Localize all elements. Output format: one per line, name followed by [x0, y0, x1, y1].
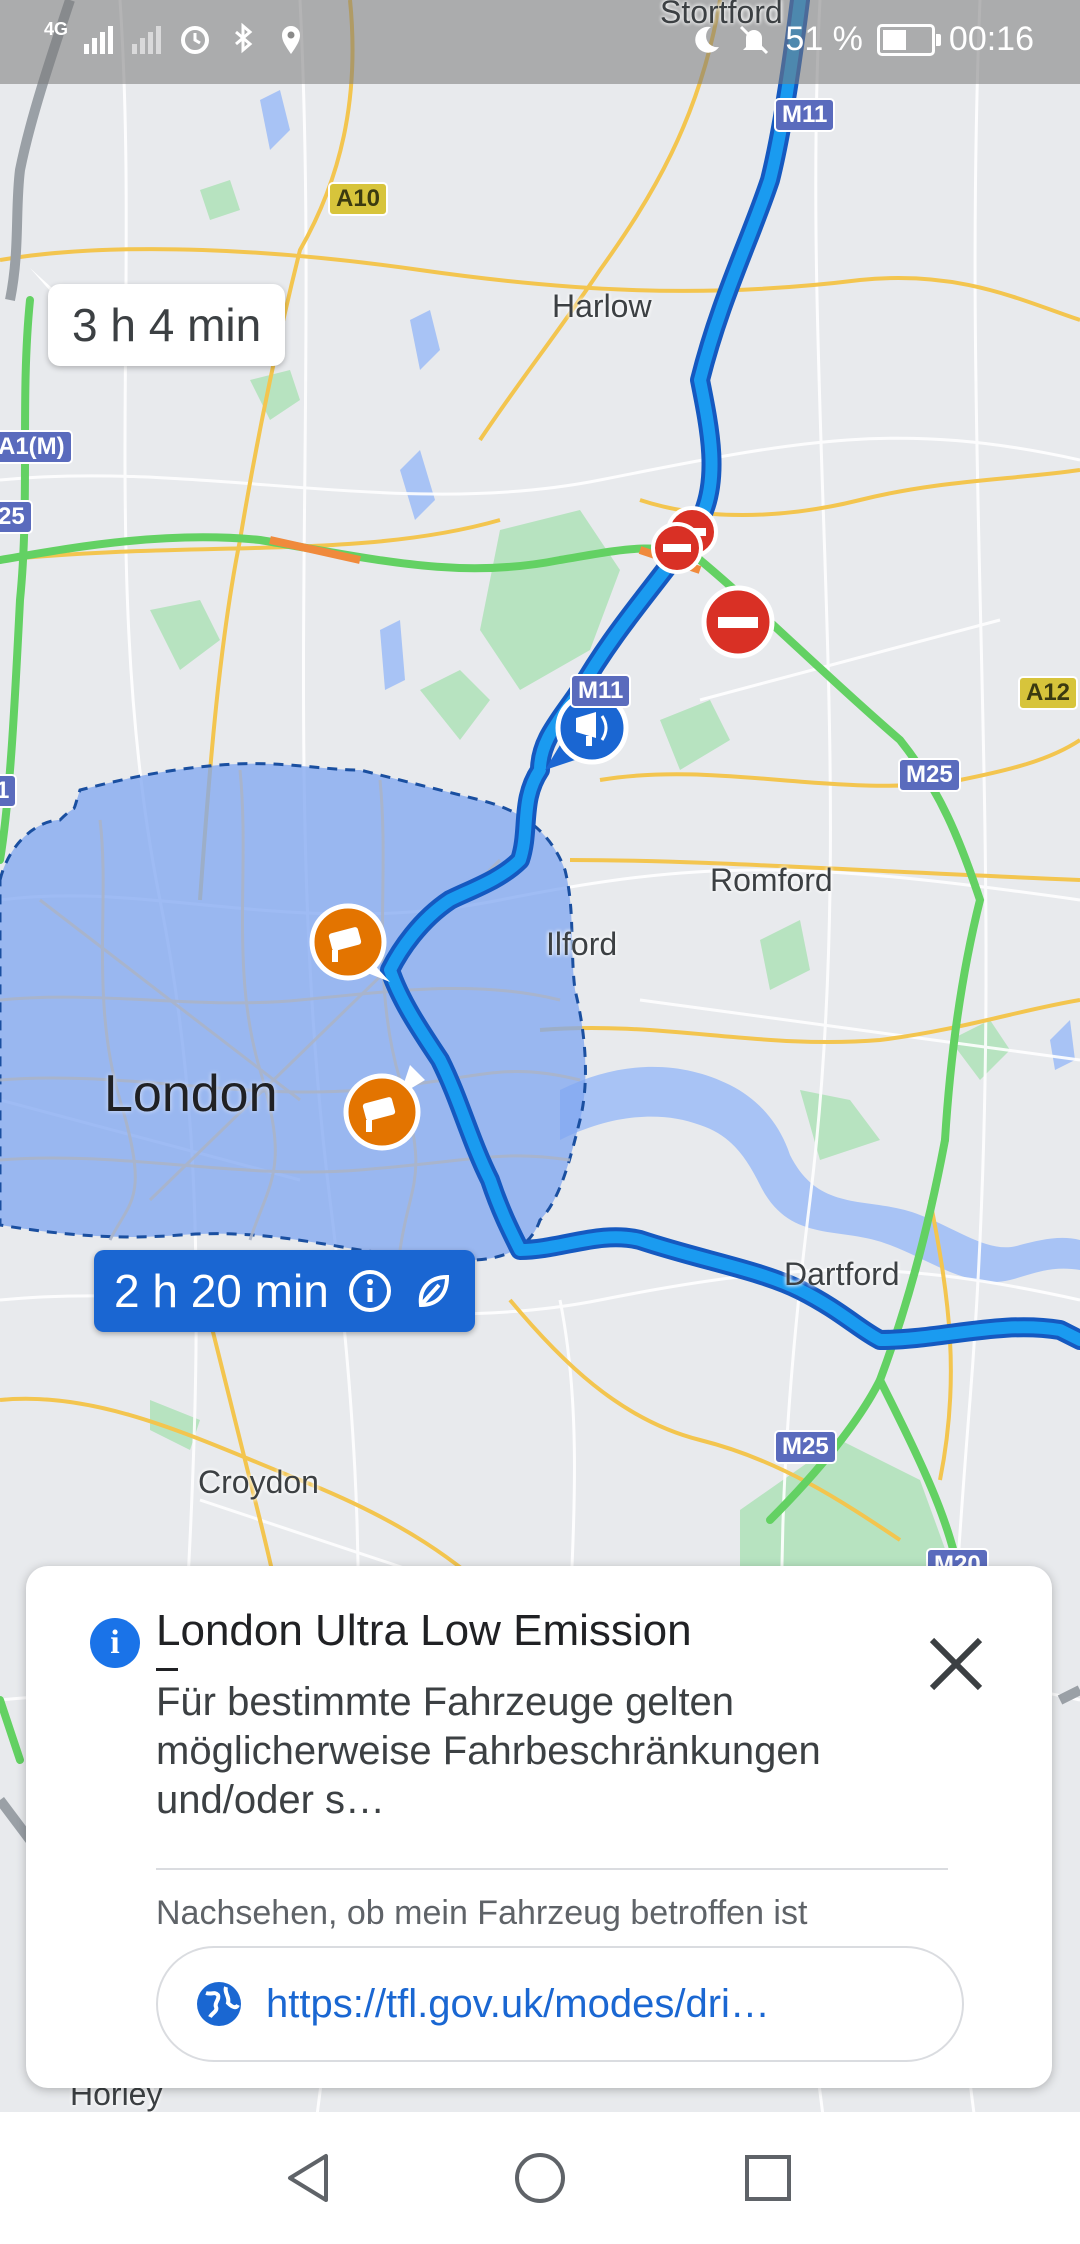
place-label-ilford: Ilford	[546, 926, 618, 962]
back-icon	[288, 2154, 328, 2202]
road-shield-m25: M25	[898, 758, 961, 792]
tfl-link-button[interactable]: https://tfl.gov.uk/modes/dri…	[156, 1946, 964, 2062]
vehicle-check-hint: Nachsehen, ob mein Fahrzeug betroffen is…	[156, 1894, 808, 1932]
status-left: 4G	[44, 18, 308, 56]
battery-percent: 51 %	[785, 20, 863, 58]
tfl-link-text: https://tfl.gov.uk/modes/dri…	[266, 1981, 770, 2026]
battery-level	[882, 29, 906, 50]
nav-back-button[interactable]	[250, 2112, 370, 2244]
place-label-dartford: Dartford	[784, 1256, 900, 1292]
ulez-info-card[interactable]: i London Ultra Low Emission Für bestimmt…	[26, 1566, 1052, 2088]
globe-icon	[197, 1982, 241, 2026]
road-shield-edge: 1	[0, 774, 18, 808]
card-description: Für bestimmte Fahrzeuge gelten möglicher…	[156, 1680, 821, 1822]
bluetooth-icon	[235, 22, 253, 54]
clock: 00:16	[948, 20, 1034, 58]
alt-route-time-label: 3 h 4 min	[72, 299, 262, 351]
road-closure-icon	[701, 585, 775, 659]
status-bar: 4G 51 % 00:16	[0, 0, 1080, 84]
location-icon	[282, 26, 301, 54]
place-label-harlow: Harlow	[552, 288, 652, 324]
recents-icon	[745, 2155, 791, 2201]
nav-recents-button[interactable]	[708, 2112, 828, 2244]
place-label-croydon: Croydon	[198, 1464, 319, 1500]
home-icon	[515, 2153, 565, 2203]
road-shield-m25: M25	[774, 1430, 837, 1464]
system-nav-bar	[0, 2112, 1080, 2244]
road-shield-m11: M11	[570, 674, 632, 708]
eco-leaf-icon	[418, 1274, 449, 1308]
road-shield-m11: M11	[774, 98, 836, 132]
info-icon: i	[90, 1618, 140, 1668]
road-shield-a1m: A1(M)	[0, 430, 73, 464]
road-shield-a12: A12	[1018, 676, 1079, 710]
card-title: London Ultra Low Emission	[156, 1606, 692, 1655]
place-label-london: London	[104, 1065, 278, 1123]
signal-icon	[132, 26, 162, 54]
signal-icon	[84, 26, 114, 54]
main-route-time-label: 2 h 20 min	[114, 1265, 329, 1317]
place-label-stortford: Stortford	[660, 0, 783, 30]
close-icon[interactable]	[918, 1626, 994, 1702]
road-shield-a10: A10	[328, 182, 389, 216]
card-divider	[156, 1868, 948, 1870]
network-label: 4G	[44, 18, 69, 39]
battery-icon	[876, 23, 941, 56]
road-shield-m25: 25	[0, 500, 33, 534]
road-closure-icon	[651, 522, 703, 574]
nav-home-button[interactable]	[480, 2112, 600, 2244]
alt-route-time[interactable]: 3 h 4 min	[48, 284, 286, 366]
main-route-time[interactable]: 2 h 20 min	[94, 1250, 475, 1332]
alarm-icon	[181, 26, 210, 54]
title-underline	[156, 1668, 178, 1671]
info-outline-icon	[348, 1270, 391, 1312]
place-label-romford: Romford	[710, 862, 833, 898]
